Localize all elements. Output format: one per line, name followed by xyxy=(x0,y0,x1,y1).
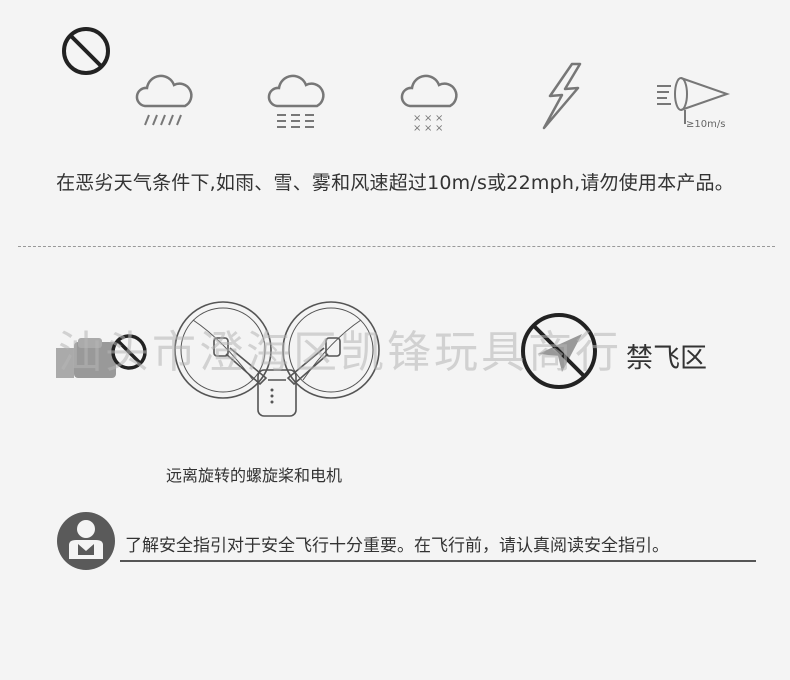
drone-propeller-illustration xyxy=(174,301,380,417)
svg-text:×: × xyxy=(413,123,421,134)
weather-warning-text: 在恶劣天气条件下,如雨、雪、雾和风速超过10m/s或22mph,请勿使用本产品。 xyxy=(56,172,734,194)
rain-icon xyxy=(135,74,193,126)
wind-icon: ≥10m/s xyxy=(657,77,731,130)
no-fly-zone-label: 禁飞区 xyxy=(626,343,707,374)
snow-icon: × × × × × × xyxy=(400,74,458,134)
hand-prohibited-icon xyxy=(56,334,147,378)
sleet-icon xyxy=(267,74,325,128)
lightning-icon xyxy=(542,62,582,130)
svg-text:×: × xyxy=(424,123,432,134)
propeller-warning-caption: 远离旋转的螺旋桨和电机 xyxy=(166,466,343,485)
section-divider xyxy=(18,246,775,247)
person-reading-icon xyxy=(57,512,115,570)
wind-speed-label: ≥10m/s xyxy=(686,119,725,130)
no-fly-zone-icon xyxy=(521,313,597,389)
prohibited-icon xyxy=(62,27,110,75)
svg-text:×: × xyxy=(435,123,443,134)
guide-underline xyxy=(120,560,756,562)
safety-guide-text: 了解安全指引对于安全飞行十分重要。在飞行前，请认真阅读安全指引。 xyxy=(125,536,669,556)
